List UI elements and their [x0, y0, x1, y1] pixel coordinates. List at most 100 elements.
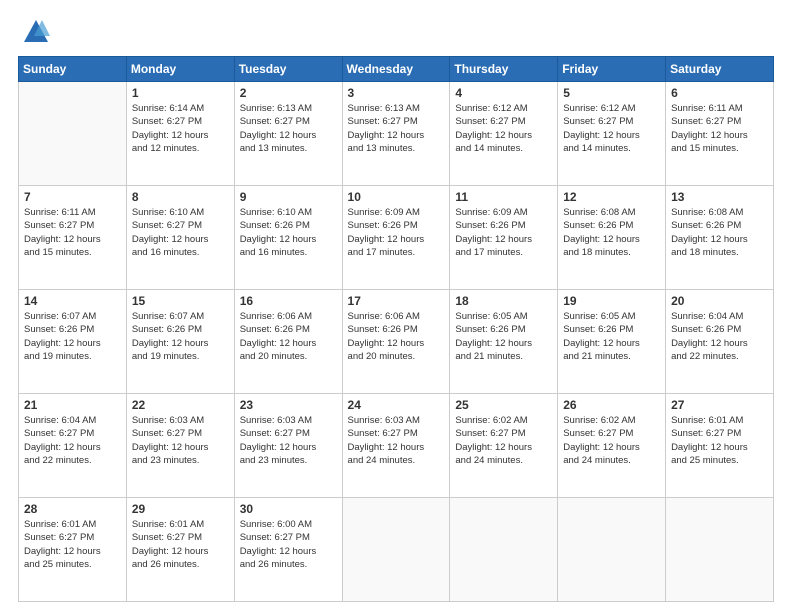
day-info: Sunrise: 6:09 AMSunset: 6:26 PMDaylight:…	[455, 206, 552, 259]
calendar-cell: 17 Sunrise: 6:06 AMSunset: 6:26 PMDayligh…	[342, 290, 450, 394]
day-number: 10	[348, 190, 445, 204]
calendar-cell: 10 Sunrise: 6:09 AMSunset: 6:26 PMDayligh…	[342, 186, 450, 290]
logo	[18, 18, 50, 46]
day-info: Sunrise: 6:10 AMSunset: 6:27 PMDaylight:…	[132, 206, 229, 259]
day-header-saturday: Saturday	[666, 57, 774, 82]
day-info: Sunrise: 6:01 AMSunset: 6:27 PMDaylight:…	[671, 414, 768, 467]
calendar-cell: 2 Sunrise: 6:13 AMSunset: 6:27 PMDaylight…	[234, 82, 342, 186]
calendar-week-2: 14 Sunrise: 6:07 AMSunset: 6:26 PMDayligh…	[19, 290, 774, 394]
calendar-cell: 13 Sunrise: 6:08 AMSunset: 6:26 PMDayligh…	[666, 186, 774, 290]
day-info: Sunrise: 6:06 AMSunset: 6:26 PMDaylight:…	[348, 310, 445, 363]
day-info: Sunrise: 6:03 AMSunset: 6:27 PMDaylight:…	[348, 414, 445, 467]
day-info: Sunrise: 6:05 AMSunset: 6:26 PMDaylight:…	[455, 310, 552, 363]
day-number: 6	[671, 86, 768, 100]
calendar-cell: 16 Sunrise: 6:06 AMSunset: 6:26 PMDayligh…	[234, 290, 342, 394]
day-number: 11	[455, 190, 552, 204]
day-info: Sunrise: 6:07 AMSunset: 6:26 PMDaylight:…	[132, 310, 229, 363]
calendar-cell: 27 Sunrise: 6:01 AMSunset: 6:27 PMDayligh…	[666, 394, 774, 498]
day-number: 25	[455, 398, 552, 412]
day-number: 5	[563, 86, 660, 100]
day-number: 15	[132, 294, 229, 308]
day-info: Sunrise: 6:06 AMSunset: 6:26 PMDaylight:…	[240, 310, 337, 363]
calendar-cell: 30 Sunrise: 6:00 AMSunset: 6:27 PMDayligh…	[234, 498, 342, 602]
calendar-cell: 11 Sunrise: 6:09 AMSunset: 6:26 PMDayligh…	[450, 186, 558, 290]
calendar-cell: 29Sunrise: 6:01 AMSunset: 6:27 PMDayligh…	[126, 498, 234, 602]
day-info: Sunrise: 6:02 AMSunset: 6:27 PMDaylight:…	[563, 414, 660, 467]
calendar-cell: 6 Sunrise: 6:11 AMSunset: 6:27 PMDaylight…	[666, 82, 774, 186]
day-info: Sunrise: 6:03 AMSunset: 6:27 PMDaylight:…	[240, 414, 337, 467]
day-number: 17	[348, 294, 445, 308]
calendar-cell: 23 Sunrise: 6:03 AMSunset: 6:27 PMDayligh…	[234, 394, 342, 498]
calendar-cell	[19, 82, 127, 186]
calendar-cell: 18 Sunrise: 6:05 AMSunset: 6:26 PMDayligh…	[450, 290, 558, 394]
day-number: 4	[455, 86, 552, 100]
calendar-cell: 21 Sunrise: 6:04 AMSunset: 6:27 PMDayligh…	[19, 394, 127, 498]
day-info: Sunrise: 6:05 AMSunset: 6:26 PMDaylight:…	[563, 310, 660, 363]
calendar-header-row: SundayMondayTuesdayWednesdayThursdayFrid…	[19, 57, 774, 82]
day-number: 8	[132, 190, 229, 204]
day-number: 16	[240, 294, 337, 308]
calendar-cell: 20Sunrise: 6:04 AMSunset: 6:26 PMDayligh…	[666, 290, 774, 394]
calendar-cell	[666, 498, 774, 602]
day-number: 9	[240, 190, 337, 204]
day-info: Sunrise: 6:08 AMSunset: 6:26 PMDaylight:…	[671, 206, 768, 259]
day-number: 3	[348, 86, 445, 100]
day-info: Sunrise: 6:04 AMSunset: 6:26 PMDaylight:…	[671, 310, 768, 363]
calendar-cell: 9Sunrise: 6:10 AMSunset: 6:26 PMDaylight…	[234, 186, 342, 290]
day-info: Sunrise: 6:14 AMSunset: 6:27 PMDaylight:…	[132, 102, 229, 155]
day-info: Sunrise: 6:03 AMSunset: 6:27 PMDaylight:…	[132, 414, 229, 467]
day-info: Sunrise: 6:00 AMSunset: 6:27 PMDaylight:…	[240, 518, 337, 571]
calendar-cell: 25 Sunrise: 6:02 AMSunset: 6:27 PMDayligh…	[450, 394, 558, 498]
day-info: Sunrise: 6:13 AMSunset: 6:27 PMDaylight:…	[240, 102, 337, 155]
header	[18, 18, 774, 46]
day-info: Sunrise: 6:01 AMSunset: 6:27 PMDaylight:…	[24, 518, 121, 571]
day-number: 7	[24, 190, 121, 204]
calendar-week-1: 7Sunrise: 6:11 AMSunset: 6:27 PMDaylight…	[19, 186, 774, 290]
calendar-cell: 22Sunrise: 6:03 AMSunset: 6:27 PMDayligh…	[126, 394, 234, 498]
logo-icon	[22, 18, 50, 46]
calendar-week-0: 1 Sunrise: 6:14 AMSunset: 6:27 PMDaylight…	[19, 82, 774, 186]
day-number: 27	[671, 398, 768, 412]
calendar-table: SundayMondayTuesdayWednesdayThursdayFrid…	[18, 56, 774, 602]
calendar-cell: 5 Sunrise: 6:12 AMSunset: 6:27 PMDaylight…	[558, 82, 666, 186]
day-number: 13	[671, 190, 768, 204]
calendar-cell: 14 Sunrise: 6:07 AMSunset: 6:26 PMDayligh…	[19, 290, 127, 394]
day-number: 28	[24, 502, 121, 516]
calendar-cell: 24 Sunrise: 6:03 AMSunset: 6:27 PMDayligh…	[342, 394, 450, 498]
day-number: 21	[24, 398, 121, 412]
calendar-cell: 1 Sunrise: 6:14 AMSunset: 6:27 PMDaylight…	[126, 82, 234, 186]
calendar-cell: 28 Sunrise: 6:01 AMSunset: 6:27 PMDayligh…	[19, 498, 127, 602]
day-header-wednesday: Wednesday	[342, 57, 450, 82]
day-info: Sunrise: 6:04 AMSunset: 6:27 PMDaylight:…	[24, 414, 121, 467]
day-number: 26	[563, 398, 660, 412]
day-info: Sunrise: 6:12 AMSunset: 6:27 PMDaylight:…	[563, 102, 660, 155]
calendar-week-4: 28 Sunrise: 6:01 AMSunset: 6:27 PMDayligh…	[19, 498, 774, 602]
day-info: Sunrise: 6:08 AMSunset: 6:26 PMDaylight:…	[563, 206, 660, 259]
calendar-cell	[450, 498, 558, 602]
calendar-week-3: 21 Sunrise: 6:04 AMSunset: 6:27 PMDayligh…	[19, 394, 774, 498]
day-number: 24	[348, 398, 445, 412]
calendar-cell: 26 Sunrise: 6:02 AMSunset: 6:27 PMDayligh…	[558, 394, 666, 498]
day-info: Sunrise: 6:11 AMSunset: 6:27 PMDaylight:…	[671, 102, 768, 155]
day-number: 14	[24, 294, 121, 308]
calendar-cell: 12 Sunrise: 6:08 AMSunset: 6:26 PMDayligh…	[558, 186, 666, 290]
day-header-thursday: Thursday	[450, 57, 558, 82]
day-info: Sunrise: 6:07 AMSunset: 6:26 PMDaylight:…	[24, 310, 121, 363]
day-number: 2	[240, 86, 337, 100]
calendar-cell	[558, 498, 666, 602]
day-info: Sunrise: 6:02 AMSunset: 6:27 PMDaylight:…	[455, 414, 552, 467]
calendar-cell: 7Sunrise: 6:11 AMSunset: 6:27 PMDaylight…	[19, 186, 127, 290]
day-info: Sunrise: 6:12 AMSunset: 6:27 PMDaylight:…	[455, 102, 552, 155]
day-number: 30	[240, 502, 337, 516]
calendar-cell: 4 Sunrise: 6:12 AMSunset: 6:27 PMDaylight…	[450, 82, 558, 186]
day-number: 23	[240, 398, 337, 412]
calendar-cell: 8 Sunrise: 6:10 AMSunset: 6:27 PMDaylight…	[126, 186, 234, 290]
day-info: Sunrise: 6:09 AMSunset: 6:26 PMDaylight:…	[348, 206, 445, 259]
day-number: 19	[563, 294, 660, 308]
calendar-cell: 3 Sunrise: 6:13 AMSunset: 6:27 PMDaylight…	[342, 82, 450, 186]
day-number: 12	[563, 190, 660, 204]
day-number: 1	[132, 86, 229, 100]
day-number: 18	[455, 294, 552, 308]
day-header-sunday: Sunday	[19, 57, 127, 82]
day-info: Sunrise: 6:13 AMSunset: 6:27 PMDaylight:…	[348, 102, 445, 155]
